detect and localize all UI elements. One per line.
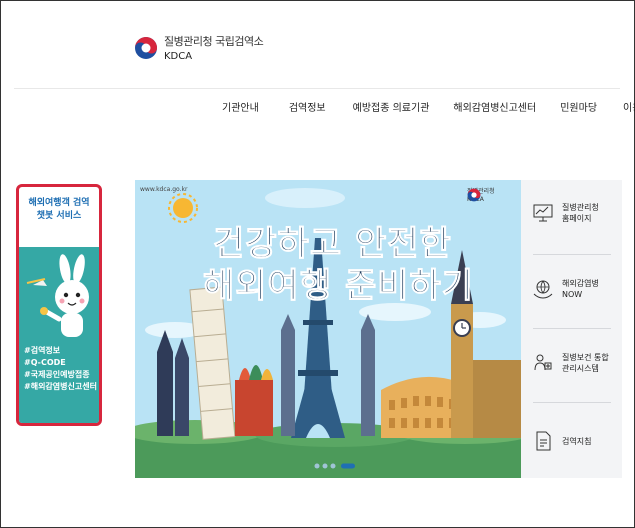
- kdca-emblem-icon: [467, 188, 481, 202]
- chatbot-banner[interactable]: 해외여행객 검역 챗봇 서비스 #검역정보 #Q-CODE #국제공인예방접종 …: [16, 184, 102, 426]
- document-icon: [536, 431, 551, 451]
- quick-item-label: 질병관리청 홈페이지: [562, 203, 599, 223]
- nav-item-civil-service[interactable]: 민원마당: [560, 99, 597, 114]
- quick-divider: [533, 328, 611, 329]
- chatbot-tag: #국제공인예방접종: [24, 370, 90, 379]
- sun-icon: [168, 193, 198, 223]
- banner-logo: 질병관리청 KDCA: [467, 188, 495, 204]
- quick-menu: 질병관리청 홈페이지 해외감염병 NOW 질병보건 통합 관리시스템 검역지침: [521, 180, 622, 478]
- chatbot-tag: #Q-CODE: [24, 358, 66, 367]
- chatbot-tag: #검역정보: [24, 346, 61, 355]
- banner-headline-line2: 해외여행 준비하기: [202, 266, 475, 307]
- banner-url: www.kdca.go.kr: [140, 186, 188, 193]
- nav-item-usage-guide[interactable]: 이용안내: [623, 99, 635, 114]
- quick-item-overseas-infection-now[interactable]: 해외감염병 NOW: [521, 278, 622, 300]
- quick-item-quarantine-guidelines[interactable]: 검역지침: [521, 430, 622, 452]
- chatbot-illustration-bg: [19, 247, 99, 423]
- monitor-chart-icon: [533, 204, 553, 222]
- quick-item-label: 검역지침: [562, 436, 592, 446]
- header-divider: [14, 88, 620, 89]
- main-nav: 기관안내 검역정보 예방접종 의료기관 해외감염병신고센터 민원마당 이용안내: [222, 99, 635, 114]
- nav-item-quarantine-info[interactable]: 검역정보: [289, 99, 326, 114]
- logo-korean-text: 질병관리청 국립검역소: [164, 35, 264, 48]
- quick-item-kdca-homepage[interactable]: 질병관리청 홈페이지: [521, 202, 622, 224]
- site-logo[interactable]: 질병관리청 국립검역소 KDCA: [134, 33, 264, 62]
- chatbot-title: 해외여행객 검역 챗봇 서비스: [28, 198, 90, 221]
- kdca-emblem-icon: [135, 36, 157, 59]
- nav-item-overseas-infection-report[interactable]: 해외감염병신고센터: [453, 99, 536, 114]
- quick-item-label: 질병보건 통합 관리시스템: [562, 353, 609, 373]
- quick-divider: [533, 254, 611, 255]
- logo-english-text: KDCA: [164, 51, 193, 62]
- quick-item-label: 해외감염병 NOW: [562, 279, 599, 299]
- nav-item-about[interactable]: 기관안내: [222, 99, 259, 114]
- quick-item-integrated-system[interactable]: 질병보건 통합 관리시스템: [521, 352, 622, 374]
- travel-banner[interactable]: www.kdca.go.kr 질병관리청 KDCA 건강하고 안전한 해외여행 …: [135, 180, 521, 478]
- chatbot-hashtags: #검역정보 #Q-CODE #국제공인예방접종 #해외감염병신고센터: [24, 345, 97, 393]
- quick-divider: [533, 402, 611, 403]
- globe-hands-icon: [533, 280, 553, 299]
- nav-item-vaccination-clinics[interactable]: 예방접종 의료기관: [353, 99, 430, 114]
- chatbot-tag: #해외감염병신고센터: [24, 382, 97, 391]
- rabbit-mascot-icon: [26, 254, 89, 337]
- people-cross-icon: [534, 354, 552, 371]
